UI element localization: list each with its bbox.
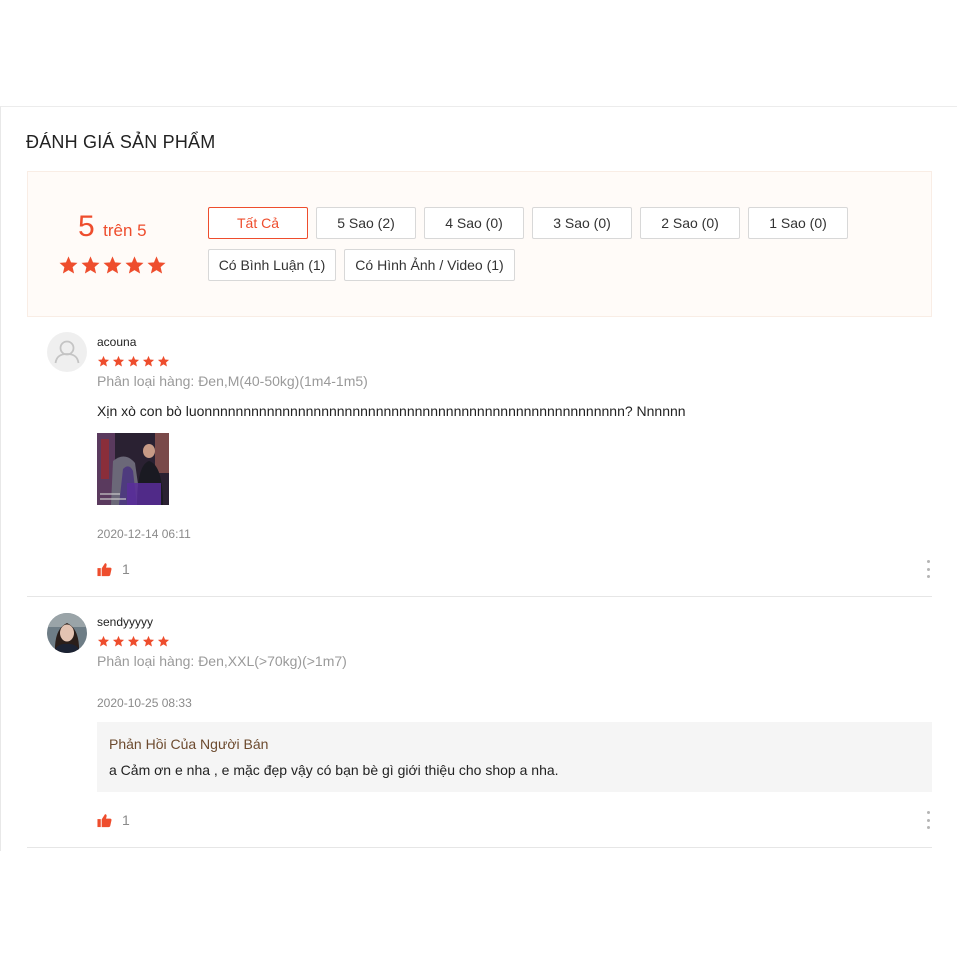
seller-reply-title: Phản Hồi Của Người Bán: [109, 736, 269, 752]
rating-score-suffix: trên 5: [103, 221, 147, 240]
filter-5-star-button[interactable]: 5 Sao (2): [316, 207, 416, 239]
review-username[interactable]: sendyyyyy: [97, 615, 153, 629]
review-username[interactable]: acouna: [97, 335, 136, 349]
star-icon: [81, 256, 100, 274]
like-count: 1: [122, 812, 130, 828]
star-icon: [112, 355, 125, 367]
star-icon: [147, 256, 166, 274]
avatar[interactable]: [47, 332, 87, 372]
star-icon: [125, 256, 144, 274]
like-button[interactable]: 1: [97, 561, 130, 577]
review-date: 2020-10-25 08:33: [97, 696, 192, 710]
review-stars: [97, 635, 170, 648]
review-stars: [97, 355, 170, 368]
avatar[interactable]: [47, 613, 87, 653]
section-title: ĐÁNH GIÁ SẢN PHẨM: [26, 132, 216, 152]
filter-with-comment-button[interactable]: Có Bình Luận (1): [208, 249, 336, 281]
star-icon: [59, 256, 78, 274]
star-icon: [97, 355, 110, 367]
filter-1-star-button[interactable]: 1 Sao (0): [748, 207, 848, 239]
star-icon: [127, 355, 140, 367]
rating-stars: [58, 255, 167, 276]
filter-4-star-button[interactable]: 4 Sao (0): [424, 207, 524, 239]
review-photo-thumbnail[interactable]: [97, 433, 169, 505]
filter-2-star-button[interactable]: 2 Sao (0): [640, 207, 740, 239]
like-button[interactable]: 1: [97, 812, 130, 828]
filter-with-media-button[interactable]: Có Hình Ảnh / Video (1): [344, 249, 515, 281]
more-options-button[interactable]: [924, 560, 932, 578]
thumbs-up-icon: [97, 813, 112, 827]
more-vertical-icon: [926, 560, 930, 563]
user-icon: [54, 340, 80, 364]
review-photo-image: [97, 433, 169, 505]
more-vertical-icon: [926, 811, 930, 814]
more-options-button[interactable]: [924, 811, 932, 829]
filter-all-button[interactable]: Tất Cả: [208, 207, 308, 239]
review-item: sendyyyyy Phân loại hàng: Đen,XXL(>70kg)…: [27, 597, 932, 848]
star-icon: [157, 355, 170, 367]
star-icon: [103, 256, 122, 274]
filter-3-star-button[interactable]: 3 Sao (0): [532, 207, 632, 239]
star-icon: [157, 635, 170, 647]
review-item: acouna Phân loại hàng: Đen,M(40-50kg)(1m…: [27, 317, 932, 597]
review-variant: Phân loại hàng: Đen,XXL(>70kg)(>1m7): [97, 653, 347, 669]
star-icon: [112, 635, 125, 647]
seller-reply: Phản Hồi Của Người Bán a Cảm ơn e nha , …: [97, 722, 932, 792]
rating-score: 5 trên 5: [78, 210, 147, 244]
thumbs-up-icon: [97, 562, 112, 576]
review-date: 2020-12-14 06:11: [97, 527, 191, 541]
rating-overview: 5 trên 5 Tất Cả 5 Sao (2) 4 Sao (0) 3 Sa…: [27, 171, 932, 317]
review-comment: Xịn xò con bò luonnnnnnnnnnnnnnnnnnnnnnn…: [97, 403, 686, 419]
star-icon: [142, 355, 155, 367]
like-count: 1: [122, 561, 130, 577]
star-icon: [97, 635, 110, 647]
seller-reply-text: a Cảm ơn e nha , e mặc đẹp vậy có bạn bè…: [109, 762, 559, 778]
star-icon: [127, 635, 140, 647]
user-avatar-image: [47, 613, 87, 653]
star-icon: [142, 635, 155, 647]
review-variant: Phân loại hàng: Đen,M(40-50kg)(1m4-1m5): [97, 373, 368, 389]
rating-score-value: 5: [78, 210, 95, 243]
